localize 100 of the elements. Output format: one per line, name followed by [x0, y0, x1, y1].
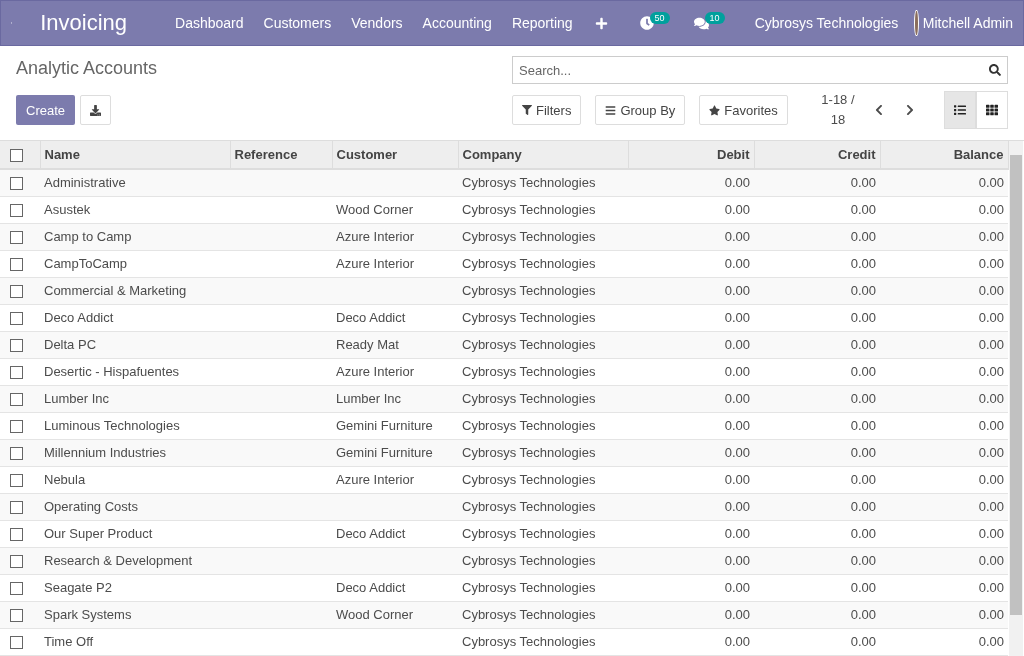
table-cell: 0.00 [724, 526, 750, 542]
download-icon [90, 104, 102, 116]
table-cell: Lumber Inc [336, 391, 402, 407]
table-cell: Deco Addict [336, 310, 406, 326]
table-cell: 0.00 [724, 607, 750, 623]
create-button[interactable]: Create [16, 95, 76, 125]
table-cell: 0.00 [978, 526, 1004, 542]
table-cell: 0.00 [978, 418, 1004, 434]
row-checkbox[interactable] [10, 636, 23, 650]
table-cell: Cybrosys Technologies [462, 553, 596, 569]
group-by-button[interactable]: Group By [595, 95, 686, 125]
table-cell: Cybrosys Technologies [462, 526, 596, 542]
nav-menu-item[interactable]: Reporting [501, 15, 583, 31]
next-icon[interactable] [905, 104, 915, 116]
nav-menu-item[interactable]: Dashboard [165, 15, 254, 31]
table-cell: 0.00 [978, 634, 1004, 650]
row-checkbox[interactable] [10, 177, 23, 191]
nav-menu-item[interactable]: Accounting [412, 15, 502, 31]
clock-icon[interactable] [639, 16, 654, 30]
column-header[interactable]: Reference [230, 141, 332, 169]
table-cell: 0.00 [724, 499, 750, 515]
user-avatar[interactable] [914, 10, 919, 36]
user-menu[interactable]: Mitchell Admin [922, 15, 1013, 31]
scrollbar[interactable] [1008, 141, 1023, 656]
table-cell: Operating Costs [44, 499, 138, 515]
column-header[interactable]: Customer [332, 141, 458, 169]
row-checkbox[interactable] [10, 393, 23, 407]
column-header[interactable]: Company [458, 141, 628, 169]
previous-icon[interactable] [874, 104, 885, 116]
table-cell: 0.00 [850, 472, 876, 488]
message-count-badge: 10 [704, 12, 725, 24]
table-cell: Seagate P2 [44, 580, 112, 596]
row-checkbox[interactable] [10, 285, 23, 299]
table-cell: Wood Corner [336, 202, 414, 217]
download-button[interactable] [80, 95, 112, 125]
table-cell: Spark Systems [44, 607, 132, 623]
table-cell: 0.00 [724, 229, 750, 245]
column-header[interactable]: Balance [880, 141, 1008, 169]
row-checkbox[interactable] [10, 258, 23, 272]
column-header[interactable]: Name [40, 141, 230, 169]
table-cell: Deco Addict [44, 310, 114, 326]
table-cell: Our Super Product [44, 526, 153, 542]
table-cell: 0.00 [724, 256, 750, 272]
column-header[interactable]: Debit [628, 141, 754, 169]
table-cell: 0.00 [978, 391, 1004, 407]
row-checkbox[interactable] [10, 609, 23, 623]
search-icon[interactable] [989, 64, 1001, 76]
list-icon [954, 104, 966, 116]
table-cell: Cybrosys Technologies [462, 472, 596, 488]
table-cell: 0.00 [978, 256, 1004, 272]
table-cell: Asustek [44, 202, 91, 217]
table-cell: 0.00 [978, 472, 1004, 488]
row-checkbox[interactable] [10, 204, 23, 218]
table-cell: 0.00 [850, 364, 876, 380]
menu-icon [605, 104, 617, 116]
pager-value: 1-18 / 18 [820, 91, 856, 129]
select-all-checkbox[interactable] [10, 149, 23, 163]
table-cell: 0.00 [978, 310, 1004, 326]
table-cell: Cybrosys Technologies [462, 202, 596, 217]
row-checkbox[interactable] [10, 420, 23, 434]
row-checkbox[interactable] [10, 474, 23, 488]
table-cell: Deco Addict [336, 580, 406, 596]
row-checkbox[interactable] [10, 339, 23, 353]
row-checkbox[interactable] [10, 582, 23, 596]
table-cell: Azure Interior [336, 364, 415, 380]
row-checkbox[interactable] [10, 501, 23, 515]
table-cell: Cybrosys Technologies [462, 283, 596, 299]
table-cell: 0.00 [978, 580, 1004, 596]
kanban-view-button[interactable] [976, 91, 1008, 129]
table-cell: 0.00 [724, 472, 750, 488]
activity-count-badge: 50 [649, 12, 670, 24]
row-checkbox[interactable] [10, 555, 23, 569]
row-checkbox[interactable] [10, 231, 23, 245]
row-checkbox[interactable] [10, 528, 23, 542]
table-cell: 0.00 [850, 283, 876, 299]
table-cell: Cybrosys Technologies [462, 391, 596, 407]
nav-menu-item[interactable]: Vendors [341, 15, 413, 31]
favorites-button[interactable]: Favorites [699, 95, 788, 125]
nav-menu-item[interactable]: Customers [253, 15, 342, 31]
table-cell: Gemini Furniture [336, 418, 433, 434]
table-cell: Cybrosys Technologies [462, 499, 596, 515]
row-checkbox[interactable] [10, 447, 23, 461]
table-cell: Gemini Furniture [336, 445, 433, 461]
table-cell: Nebula [44, 472, 86, 488]
table-cell: 0.00 [978, 202, 1004, 217]
company-switcher[interactable]: Cybrosys Technologies [744, 15, 909, 31]
filters-button[interactable]: Filters [512, 95, 582, 125]
column-header[interactable]: Credit [754, 141, 880, 169]
table-cell: 0.00 [850, 256, 876, 272]
row-checkbox[interactable] [10, 312, 23, 326]
chat-icon[interactable] [693, 15, 709, 31]
table-cell: 0.00 [978, 229, 1004, 245]
table-cell: Cybrosys Technologies [462, 634, 596, 650]
table-cell: 0.00 [724, 418, 750, 434]
table-cell: Camp to Camp [44, 229, 132, 245]
table-cell: 0.00 [724, 283, 750, 299]
table-cell: 0.00 [978, 445, 1004, 461]
list-view-button[interactable] [944, 91, 976, 129]
search-field[interactable]: Search... [512, 56, 1008, 84]
row-checkbox[interactable] [10, 366, 23, 380]
